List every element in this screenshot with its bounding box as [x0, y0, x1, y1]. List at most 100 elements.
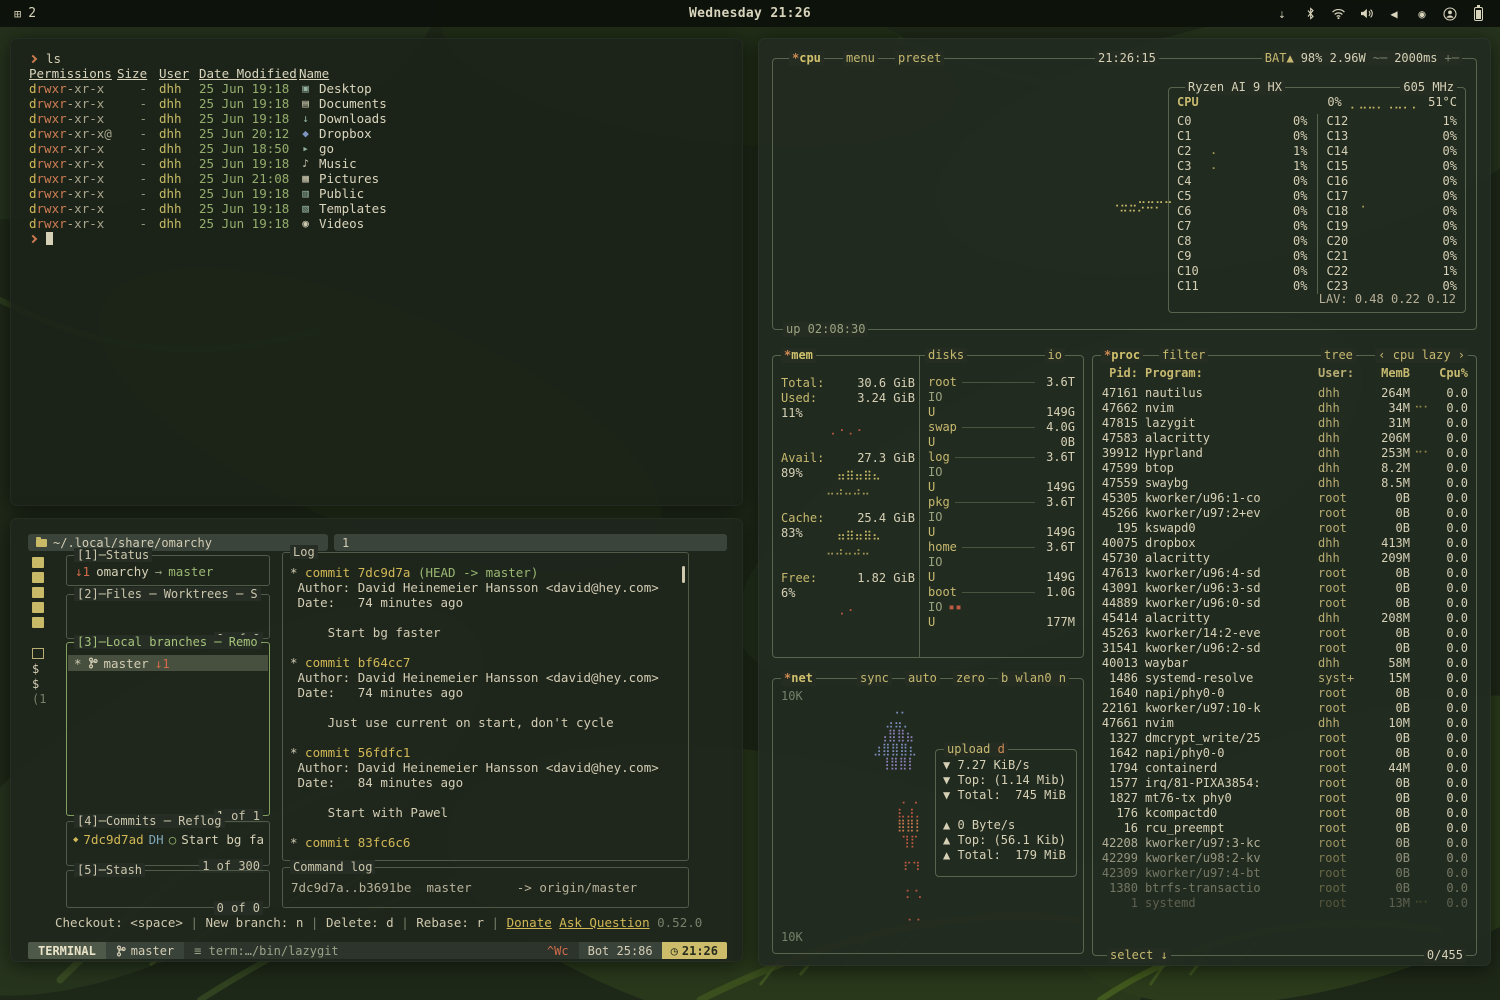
process-row[interactable]: 47559 swaybg dhh 8.5M 0.0 — [1093, 476, 1476, 491]
proc-panel-title[interactable]: *proc — [1101, 348, 1143, 363]
process-table-header[interactable]: Pid: Program: User: MemB Cpu% — [1093, 366, 1476, 381]
sort-selector[interactable]: ‹ cpu lazy › — [1375, 348, 1468, 363]
winbar-path[interactable]: ~/.local/share/omarchy — [28, 534, 328, 551]
bluetooth-icon[interactable] — [1302, 6, 1318, 22]
files-panel[interactable]: [2]─Files ─ Worktrees ─ S 0 of 0 — [66, 594, 270, 639]
files-panel-title[interactable]: [2]─Files ─ Worktrees ─ S — [74, 587, 261, 601]
process-row[interactable]: 1640 napi/phy0-0 root 0B 0.0 — [1093, 686, 1476, 701]
workspace-number[interactable]: 2 — [28, 6, 36, 21]
process-row[interactable]: 42309 kworker/u97:4-bt root 0B 0.0 — [1093, 866, 1476, 881]
terminal-window[interactable]: ls Permissions Size User Date Modified N… — [10, 38, 743, 506]
process-row[interactable]: 43091 kworker/u96:3-sd root 0B 0.0 — [1093, 581, 1476, 596]
net-graph-segment: ⢸⣿⣿⡇ — [881, 757, 916, 769]
stash-panel-title[interactable]: [5]─Stash — [74, 863, 145, 877]
process-row[interactable]: 1486 systemd-resolve syst+ 15M 0.0 — [1093, 671, 1476, 686]
log-panel-title[interactable]: Log — [290, 545, 318, 559]
commits-panel[interactable]: [4]─Commits ─ Reflog ◆ 7dc9d7ad DH ○ Sta… — [66, 821, 270, 866]
cpu-panel-title[interactable]: *cpu — [789, 51, 824, 66]
battery-icon[interactable] — [1470, 6, 1486, 22]
memory-stat-row — [781, 496, 915, 511]
process-row[interactable]: 45266 kworker/u97:2+ev root 0B 0.0 — [1093, 506, 1476, 521]
sidebar-item[interactable]: (1 — [32, 691, 62, 706]
net-panel-title[interactable]: *net — [781, 671, 816, 686]
playback-icon[interactable]: ◀ — [1386, 6, 1402, 22]
commits-panel-title[interactable]: [4]─Commits ─ Reflog — [74, 814, 225, 828]
process-row[interactable]: 16 rcu_preempt root 0B 0.0 — [1093, 821, 1476, 836]
btop-window[interactable]: *cpu menu preset 21:26:15 BAT▲ 98% 2.96W… — [758, 38, 1491, 966]
process-row[interactable]: 1 systemd root 13M ⠒⠂ 0.0 — [1093, 896, 1476, 911]
process-row[interactable]: 1827 mt76-tx phy0 root 0B 0.0 — [1093, 791, 1476, 806]
process-row[interactable]: 22161 kworker/u97:10-k root 0B 0.0 — [1093, 701, 1476, 716]
memory-stat-row — [781, 616, 915, 631]
filter-button[interactable]: filter — [1159, 348, 1208, 363]
process-row[interactable]: 47599 btop dhh 8.2M 0.0 — [1093, 461, 1476, 476]
net-zero-toggle[interactable]: zero — [953, 671, 988, 686]
process-row[interactable]: 1327 dmcrypt_write/25 root 0B 0.0 — [1093, 731, 1476, 746]
help-segment: d — [386, 915, 394, 930]
process-row[interactable]: 40075 dropbox dhh 413M 0.0 — [1093, 536, 1476, 551]
log-panel[interactable]: Log * commit 7dc9d7a (HEAD -> master) Au… — [282, 552, 689, 861]
process-row[interactable]: 44889 kworker/u96:0-sd root 0B 0.0 — [1093, 596, 1476, 611]
process-row[interactable]: 39912 Hyprland dhh 253M ⠒⠂ 0.0 — [1093, 446, 1476, 461]
process-row[interactable]: 45263 kworker/14:2-eve root 0B 0.0 — [1093, 626, 1476, 641]
menu-button[interactable]: menu — [843, 51, 878, 66]
branch-row-selected[interactable]: * master ↓1 — [68, 655, 268, 671]
wifi-icon[interactable] — [1330, 6, 1346, 22]
lazygit-window[interactable]: ~/.local/share/omarchy 1 $ — [10, 518, 743, 962]
dropbox-icon[interactable]: ⇣ — [1274, 6, 1290, 22]
clock[interactable]: Wednesday 21:26 — [689, 6, 811, 21]
process-row[interactable]: 176 kcompactd0 root 0B 0.0 — [1093, 806, 1476, 821]
net-interface[interactable]: b wlan0 n — [998, 671, 1069, 686]
process-row[interactable]: 47613 kworker/u96:4-sd root 0B 0.0 — [1093, 566, 1476, 581]
sidebar-item[interactable]: $ — [32, 676, 62, 691]
process-row[interactable]: 40013 waybar dhh 58M 0.0 — [1093, 656, 1476, 671]
record-icon[interactable]: ◉ — [1414, 6, 1430, 22]
process-row[interactable]: 45305 kworker/u96:1-co root 0B 0.0 — [1093, 491, 1476, 506]
winbar-tab[interactable]: 1 — [334, 534, 727, 551]
branches-panel[interactable]: [3]─Local branches ─ Remo * master ↓1 1 … — [66, 642, 270, 816]
net-auto-toggle[interactable]: auto — [905, 671, 940, 686]
process-row[interactable]: 1577 irq/81-PIXA3854: root 0B 0.0 — [1093, 776, 1476, 791]
preset-button[interactable]: preset — [895, 51, 944, 66]
process-row[interactable]: 47161 nautilus dhh 264M 0.0 — [1093, 386, 1476, 401]
volume-icon[interactable] — [1358, 6, 1374, 22]
interval-increase[interactable]: +─ — [1445, 51, 1459, 66]
mem-panel-title[interactable]: *mem — [781, 348, 816, 363]
sidebar-item[interactable] — [32, 646, 62, 661]
process-row[interactable]: 47815 lazygit dhh 31M 0.0 — [1093, 416, 1476, 431]
status-panel-title[interactable]: [1]─Status — [74, 548, 152, 562]
process-row[interactable]: 1794 containerd root 44M 0.0 — [1093, 761, 1476, 776]
process-row[interactable]: 45730 alacritty dhh 209M 0.0 — [1093, 551, 1476, 566]
log-scrollbar[interactable] — [682, 566, 685, 583]
top-bar: ⊞ 2 Wednesday 21:26 ⇣ ◀ ◉ — [0, 0, 1500, 27]
process-row[interactable]: 1380 btrfs-transactio root 0B 0.0 — [1093, 881, 1476, 896]
ls-header-row: Permissions Size User Date Modified Name — [29, 66, 727, 81]
help-segment: Delete: — [326, 915, 386, 930]
sidebar-item[interactable] — [32, 571, 62, 586]
branches-panel-title[interactable]: [3]─Local branches ─ Remo — [74, 635, 261, 649]
process-row[interactable]: 42208 kworker/u97:3-kc root 0B 0.0 — [1093, 836, 1476, 851]
process-row[interactable]: 1642 napi/phy0-0 root 0B 0.0 — [1093, 746, 1476, 761]
process-row[interactable]: 195 kswapd0 root 0B 0.0 — [1093, 521, 1476, 536]
interval-decrease[interactable]: ~─ — [1373, 51, 1387, 66]
process-row[interactable]: 45414 alacritty dhh 208M 0.0 — [1093, 611, 1476, 626]
sidebar-item[interactable] — [32, 601, 62, 616]
net-sync-toggle[interactable]: sync — [857, 671, 892, 686]
user-icon[interactable] — [1442, 6, 1458, 22]
select-button[interactable]: select ↓ — [1107, 948, 1171, 963]
sidebar-item[interactable] — [32, 616, 62, 631]
process-row[interactable]: 47583 alacritty dhh 206M 0.0 — [1093, 431, 1476, 446]
process-row[interactable]: 47662 nvim dhh 34M ⠒⠂ 0.0 — [1093, 401, 1476, 416]
tree-toggle[interactable]: tree — [1321, 348, 1356, 363]
file-tree-sidebar[interactable]: $ $ (1 — [32, 556, 62, 706]
sidebar-item[interactable] — [32, 556, 62, 571]
stash-panel[interactable]: [5]─Stash 0 of 0 — [66, 870, 270, 908]
status-panel[interactable]: [1]─Status ↓1omarchy→master — [66, 555, 270, 586]
sidebar-item[interactable] — [32, 586, 62, 601]
process-row[interactable]: 31541 kworker/u96:2-sd root 0B 0.0 — [1093, 641, 1476, 656]
process-row[interactable]: 47661 nvim dhh 10M 0.0 — [1093, 716, 1476, 731]
sidebar-item[interactable]: $ — [32, 661, 62, 676]
prompt-line-active[interactable] — [29, 231, 727, 246]
process-row[interactable]: 42299 kworker/u98:2-kv root 0B 0.0 — [1093, 851, 1476, 866]
sidebar-item[interactable] — [32, 631, 62, 646]
